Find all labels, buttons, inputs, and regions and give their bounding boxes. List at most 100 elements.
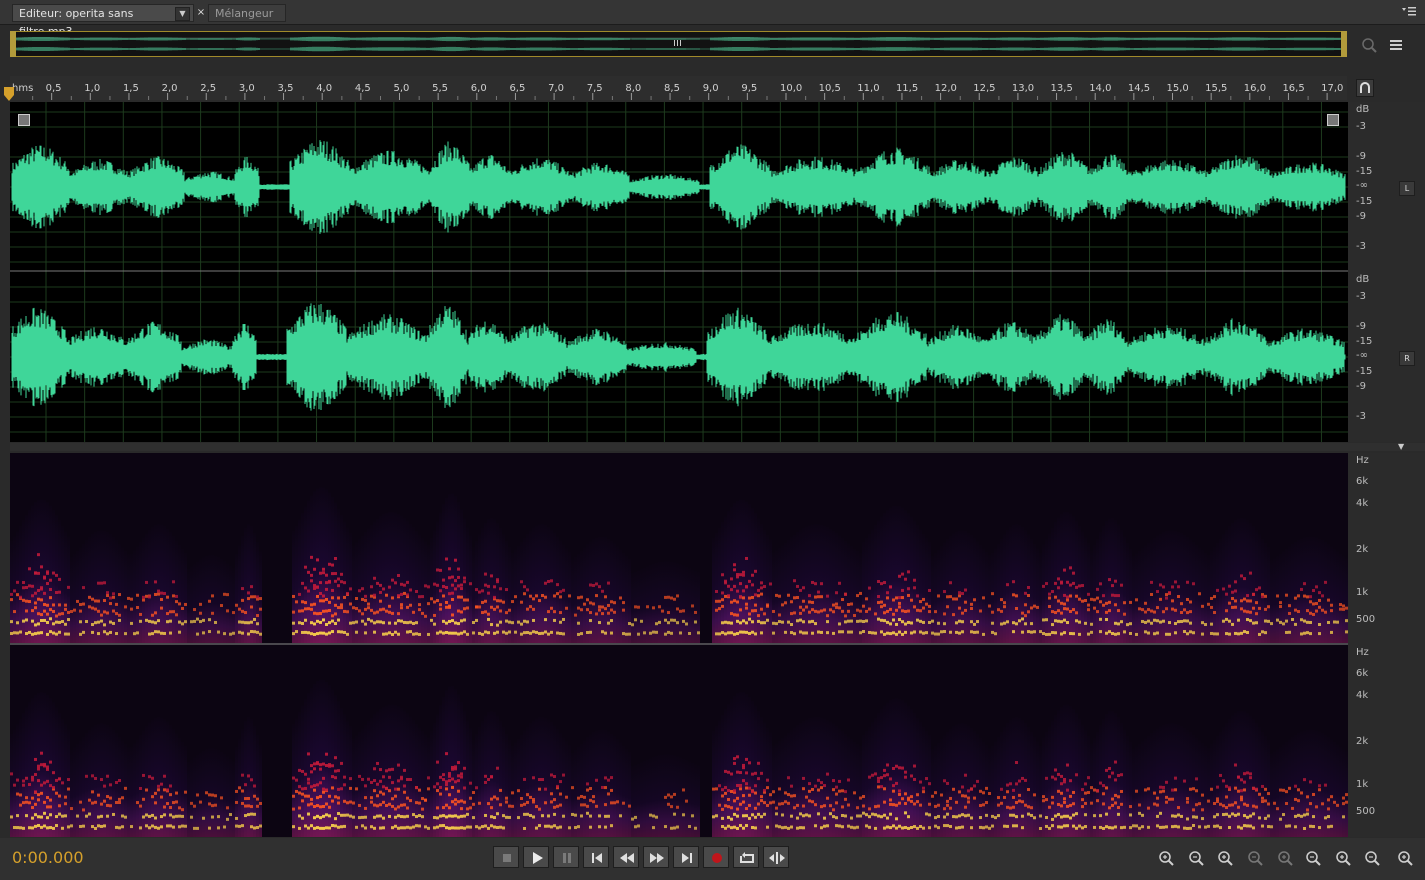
spectral-frequency-display[interactable]	[10, 453, 1348, 837]
ruler-unit-label: hms	[12, 83, 33, 94]
zoom-in-amplitude-icon	[1159, 851, 1174, 866]
loop-icon	[740, 852, 754, 863]
hz-scale-label: 4k	[1356, 498, 1369, 509]
db-scale-label: -3	[1356, 291, 1366, 302]
db-scale-label: -15	[1356, 166, 1373, 177]
db-scale-label: -15	[1356, 196, 1373, 207]
hz-scale-label: 4k	[1356, 690, 1369, 701]
zoom-to-selection-button[interactable]	[1395, 849, 1415, 867]
ruler-tick-label: 5,0	[394, 83, 410, 94]
zoom-out-amplitude-icon	[1189, 851, 1204, 866]
zoom-in-selection-button[interactable]	[1303, 849, 1323, 867]
hz-scale-label: 6k	[1356, 668, 1369, 679]
ruler-tick-label: 0,5	[46, 83, 62, 94]
ruler-tick-label: 12,5	[973, 83, 995, 94]
rewind-icon	[620, 853, 634, 863]
ruler-tick-label: 13,5	[1051, 83, 1073, 94]
go-to-start-button[interactable]	[583, 846, 609, 868]
zoom-in-time-button[interactable]	[1215, 849, 1235, 867]
ruler-tick-label: 1,0	[84, 83, 100, 94]
skip-selection-button[interactable]	[763, 846, 789, 868]
fast-forward-button[interactable]	[643, 846, 669, 868]
zoom-to-left-icon	[1336, 851, 1351, 866]
zoom-out-full-button[interactable]	[1275, 849, 1295, 867]
stop-button[interactable]	[493, 846, 519, 868]
ruler-tick-label: 9,5	[741, 83, 757, 94]
time-display[interactable]: 0:00.000	[12, 848, 84, 867]
channel-left-button[interactable]: L	[1399, 181, 1415, 196]
zoom-in-time-icon	[1218, 851, 1233, 866]
waveform-left-channel	[11, 140, 1346, 234]
db-scale-label: -3	[1356, 121, 1366, 132]
record-button[interactable]	[703, 846, 729, 868]
overview-left-handle[interactable]	[10, 31, 16, 57]
file-dropdown-icon[interactable]: ▼	[175, 7, 190, 21]
ruler-tick-label: 1,5	[123, 83, 139, 94]
db-scale-label: -3	[1356, 411, 1366, 422]
ruler-tick-label: 9,0	[703, 83, 719, 94]
fade-out-handle[interactable]	[1327, 114, 1339, 126]
play-button[interactable]	[523, 846, 549, 868]
hz-scale-label: Hz	[1356, 647, 1369, 658]
ruler-tick-label: 16,0	[1244, 83, 1266, 94]
close-tab-button[interactable]: ×	[194, 4, 208, 22]
ruler-tick-label: 2,0	[162, 83, 178, 94]
zoom-to-right-icon	[1365, 851, 1380, 866]
divider-arrow-icon[interactable]: ▼	[1398, 443, 1408, 451]
hz-scale-label: 500	[1356, 806, 1376, 817]
ruler-tick-label: 14,0	[1089, 83, 1111, 94]
channel-right-button[interactable]: R	[1399, 351, 1415, 366]
tab-mixer[interactable]: Mélangeur	[208, 4, 286, 22]
hz-scale-label: 1k	[1356, 587, 1369, 598]
overview-right-handle[interactable]	[1341, 31, 1347, 57]
db-scale-label: -15	[1356, 366, 1373, 377]
loop-button[interactable]	[733, 846, 759, 868]
zoom-out-amplitude-button[interactable]	[1186, 849, 1206, 867]
pause-button[interactable]	[553, 846, 579, 868]
ruler-tick-label: 11,0	[857, 83, 879, 94]
skip-selection-icon	[769, 852, 785, 864]
overview-menu-icon[interactable]	[1389, 37, 1403, 51]
ruler-tick-label: 10,0	[780, 83, 802, 94]
stop-icon	[503, 854, 511, 862]
ruler-tick-label: 15,5	[1205, 83, 1227, 94]
ruler-tick-label: 6,0	[471, 83, 487, 94]
ruler-tick-label: 3,0	[239, 83, 255, 94]
fade-in-handle[interactable]	[18, 114, 30, 126]
hz-scale-label: 500	[1356, 614, 1376, 625]
ruler-tick-label: 2,5	[200, 83, 216, 94]
ruler-tick-label: 4,0	[316, 83, 332, 94]
ruler-tick-label: 16,5	[1282, 83, 1304, 94]
ruler-tick-label: 10,5	[819, 83, 841, 94]
waveform-right-channel	[11, 303, 1346, 411]
divider-grip-icon[interactable]	[703, 444, 729, 458]
ruler-tick-label: 8,5	[664, 83, 680, 94]
snap-icon[interactable]	[1356, 79, 1374, 97]
time-ruler[interactable]: hms 0,5 1,0 1,5 2,0 2,5 3,0 3,5 4,0 4,5 5,0 5,5 6,0 6…	[10, 76, 1347, 100]
db-scale-label: -15	[1356, 336, 1373, 347]
zoom-out-time-button[interactable]	[1245, 849, 1265, 867]
zoom-navigator-icon[interactable]	[1360, 36, 1378, 54]
playhead-marker[interactable]	[4, 86, 14, 101]
panel-menu-icon[interactable]	[1401, 5, 1417, 17]
waveform-display[interactable]	[10, 102, 1348, 442]
record-icon	[712, 853, 722, 863]
ruler-tick-label: 4,5	[355, 83, 371, 94]
db-scale-label: dB	[1356, 274, 1370, 285]
hz-scale-label: 2k	[1356, 544, 1369, 555]
tab-bar: Editeur: operita sans filtre.mp3 ▼ × Mél…	[0, 0, 1425, 38]
play-icon	[533, 852, 543, 864]
tab-editor[interactable]: Editeur: operita sans filtre.mp3 ▼	[12, 4, 194, 38]
ruler-tick-label: 5,5	[432, 83, 448, 94]
ruler-tick-label: 6,5	[509, 83, 525, 94]
zoom-to-left-button[interactable]	[1333, 849, 1353, 867]
ruler-tick-label: 8,0	[625, 83, 641, 94]
zoom-in-amplitude-button[interactable]	[1156, 849, 1176, 867]
rewind-button[interactable]	[613, 846, 639, 868]
zoom-to-selection-icon	[1398, 851, 1413, 866]
go-to-end-button[interactable]	[673, 846, 699, 868]
overview-grip-icon[interactable]	[673, 38, 683, 48]
zoom-to-right-button[interactable]	[1362, 849, 1382, 867]
db-scale-label: -9	[1356, 211, 1366, 222]
ruler-tick-label: 15,0	[1167, 83, 1189, 94]
